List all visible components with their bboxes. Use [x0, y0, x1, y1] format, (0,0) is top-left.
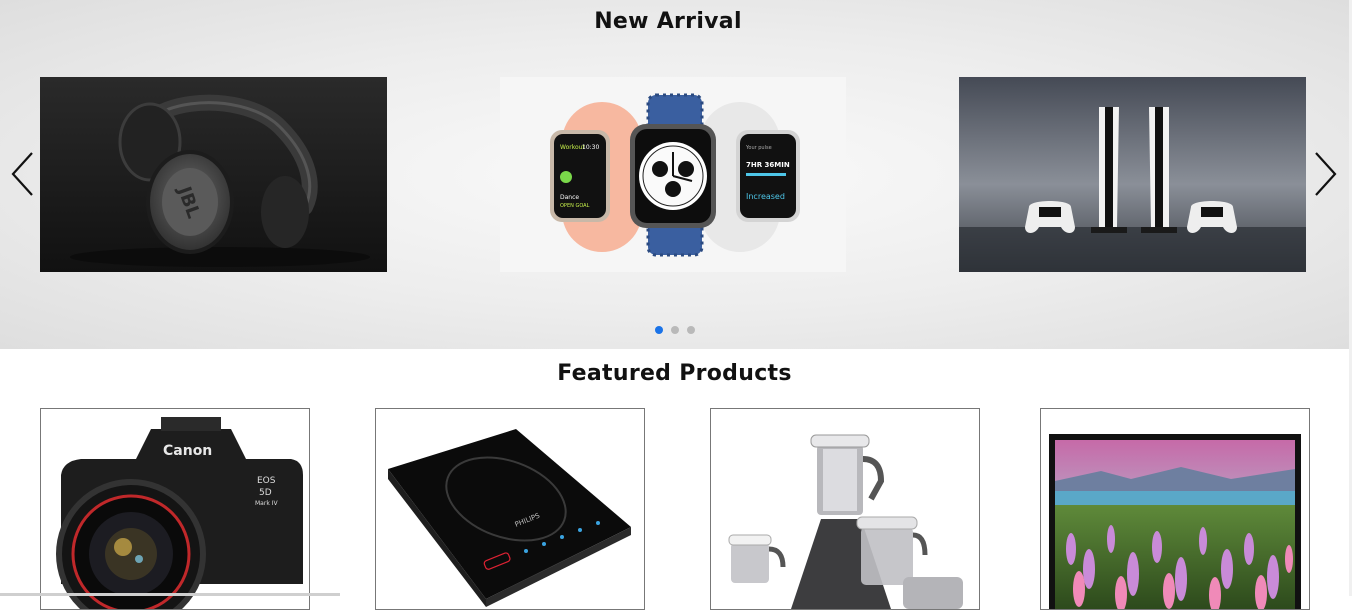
- carousel-slide-console[interactable]: [959, 77, 1306, 272]
- headphones-icon: JBL: [70, 94, 370, 267]
- new-arrival-carousel: New Arrival JBL Workout 10:30 Dance OPEN…: [0, 0, 1349, 349]
- watch-right-line1: Your pulse: [745, 145, 772, 151]
- camera-brand-label: Canon: [163, 443, 212, 459]
- chevron-right-icon: [1315, 152, 1337, 196]
- watch-right-line3: Increased: [746, 192, 785, 201]
- carousel-next-button[interactable]: [1310, 150, 1340, 198]
- carousel-dot-1[interactable]: [655, 326, 663, 334]
- carousel-dot-3[interactable]: [687, 326, 695, 334]
- watch-left-time: 10:30: [582, 144, 599, 151]
- carousel-prev-button[interactable]: [8, 150, 38, 198]
- carousel-dot-2[interactable]: [671, 326, 679, 334]
- watch-right-line2: 7HR 36MIN: [746, 161, 790, 169]
- camera-icon: Canon EOS 5D Mark IV: [56, 417, 303, 609]
- camera-model-label: EOS: [257, 476, 276, 486]
- product-card-television[interactable]: [1040, 408, 1310, 610]
- television-icon: [1049, 434, 1301, 609]
- product-card-camera[interactable]: Canon EOS 5D Mark IV: [40, 408, 310, 610]
- mixer-grinder-icon: [728, 434, 963, 609]
- product-card-mixer-grinder[interactable]: [710, 408, 980, 610]
- featured-products-title: Featured Products: [557, 361, 792, 386]
- camera-model3-label: Mark IV: [255, 500, 278, 507]
- chevron-left-icon: [11, 152, 33, 196]
- new-arrival-title: New Arrival: [594, 9, 742, 34]
- carousel-slide-smartwatch[interactable]: Workout 10:30 Dance OPEN GOAL Your pulse…: [500, 77, 846, 272]
- watch-left-line2: Dance: [560, 194, 579, 201]
- game-console-icon: [959, 107, 1306, 272]
- induction-cooktop-icon: PHILIPS: [388, 429, 631, 607]
- product-card-induction-cooktop[interactable]: PHILIPS: [375, 408, 645, 610]
- camera-model2-label: 5D: [259, 488, 272, 498]
- smartwatch-icon: Workout 10:30 Dance OPEN GOAL Your pulse…: [550, 93, 800, 257]
- watch-left-line3: OPEN GOAL: [560, 203, 590, 209]
- carousel-slide-headphones[interactable]: JBL: [40, 77, 387, 272]
